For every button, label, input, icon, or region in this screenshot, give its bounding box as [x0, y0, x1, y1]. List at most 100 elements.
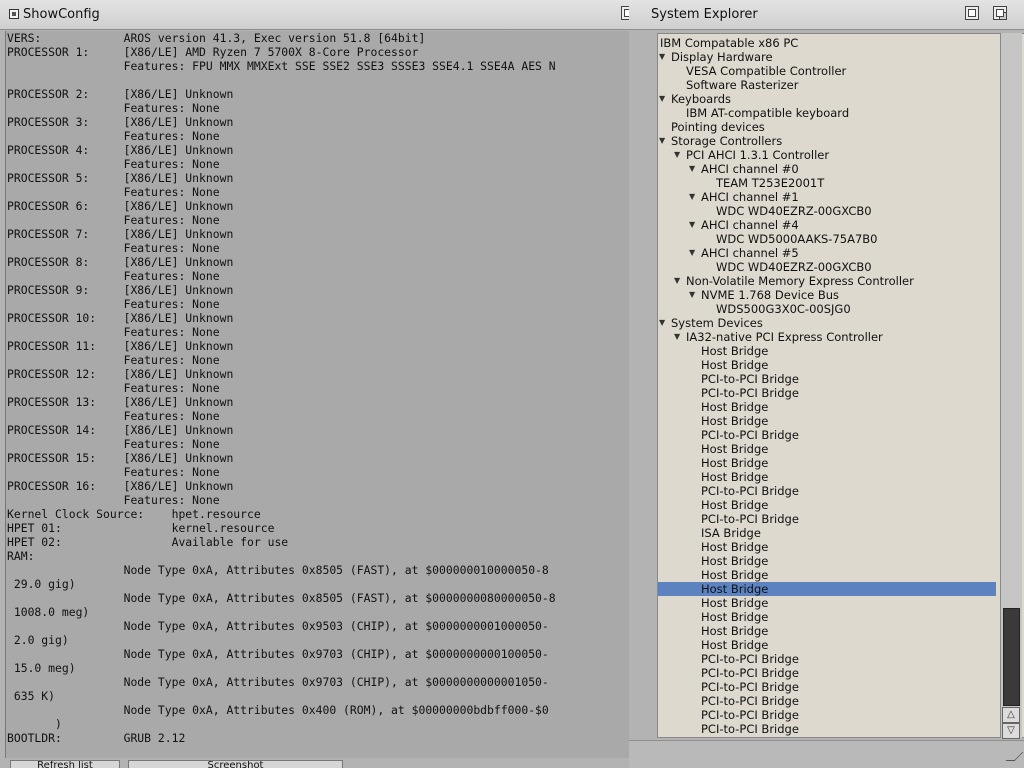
tree-item-label: PCI-to-PCI Bridge — [701, 694, 799, 708]
tree-item-label: Host Bridge — [701, 610, 769, 624]
tree-item[interactable]: TEAM T253E2001T — [658, 176, 996, 190]
tree-item-label: Host Bridge — [701, 442, 769, 456]
tree-item[interactable]: IBM AT-compatible keyboard — [658, 106, 996, 120]
tree-item[interactable]: ▼ Non-Volatile Memory Express Controller — [658, 274, 996, 288]
tree-item[interactable]: ▼ IA32-native PCI Express Controller — [658, 330, 996, 344]
tree-item[interactable]: Host Bridge — [658, 414, 996, 428]
expanded-triangle-icon[interactable]: ▼ — [689, 218, 695, 232]
tree-item[interactable]: Host Bridge — [658, 400, 996, 414]
showconfig-line: Features: None — [7, 101, 220, 115]
expanded-triangle-icon[interactable]: ▼ — [659, 316, 665, 330]
showconfig-line: Kernel Clock Source: hpet.resource — [7, 507, 261, 521]
tree-item[interactable]: Pointing devices — [658, 120, 996, 134]
tree-item-label: Host Bridge — [701, 470, 769, 484]
refresh-list-button[interactable]: Refresh list — [10, 760, 120, 768]
showconfig-text: VERS: AROS version 41.3, Exec version 51… — [6, 31, 634, 745]
tree-item[interactable]: VESA Compatible Controller — [658, 64, 996, 78]
showconfig-titlebar[interactable]: ShowConfig — [0, 0, 658, 30]
tree-item[interactable]: PCI-to-PCI Bridge — [658, 428, 996, 442]
showconfig-line: Features: None — [7, 381, 220, 395]
tree-item[interactable]: Host Bridge — [658, 554, 996, 568]
expanded-triangle-icon[interactable]: ▼ — [689, 190, 695, 204]
screenshot-button[interactable]: Screenshot — [128, 760, 343, 768]
expanded-triangle-icon[interactable]: ▼ — [659, 50, 665, 64]
tree-item-label: PCI-to-PCI Bridge — [701, 666, 799, 680]
device-tree-scrollbar[interactable]: △ ▽ — [1000, 33, 1022, 739]
tree-item[interactable]: Host Bridge — [658, 456, 996, 470]
close-icon[interactable] — [9, 9, 19, 19]
expanded-triangle-icon[interactable]: ▼ — [674, 274, 680, 288]
tree-item[interactable]: PCI-to-PCI Bridge — [658, 652, 996, 666]
tree-item[interactable]: PCI-to-PCI Bridge — [658, 484, 996, 498]
tree-item[interactable]: IBM Compatable x86 PC — [658, 36, 996, 50]
showconfig-line: PROCESSOR 4: [X86/LE] Unknown — [7, 143, 234, 157]
tree-item[interactable]: ▼ AHCI channel #5 — [658, 246, 996, 260]
tree-item-label: WDC WD40EZRZ-00GXCB0 — [716, 260, 872, 274]
tree-item[interactable]: Host Bridge — [658, 498, 996, 512]
tree-item[interactable]: ▼ NVME 1.768 Device Bus — [658, 288, 996, 302]
showconfig-line: Node Type 0xA, Attributes 0x9703 (CHIP),… — [7, 647, 549, 661]
tree-item[interactable]: Host Bridge — [658, 582, 996, 596]
tree-item[interactable]: PCI-to-PCI Bridge — [658, 666, 996, 680]
tree-item[interactable]: Host Bridge — [658, 442, 996, 456]
tree-item[interactable]: PCI-to-PCI Bridge — [658, 722, 996, 736]
tree-item[interactable]: PCI-to-PCI Bridge — [658, 386, 996, 400]
scroll-up-icon[interactable]: △ — [1002, 707, 1020, 723]
tree-item-label: Display Hardware — [671, 50, 773, 64]
scroll-down-icon[interactable]: ▽ — [1002, 723, 1020, 739]
tree-item[interactable]: PCI-to-PCI Bridge — [658, 680, 996, 694]
device-tree[interactable]: IBM Compatable x86 PC ▼ Display Hardware VE… — [657, 33, 1024, 738]
tree-item[interactable]: ▼ PCI AHCI 1.3.1 Controller — [658, 148, 996, 162]
depth-icon[interactable] — [993, 6, 1007, 20]
showconfig-line: 2.0 gig) — [7, 633, 69, 647]
tree-item[interactable]: Host Bridge — [658, 596, 996, 610]
tree-item[interactable]: PCI-to-PCI Bridge — [658, 694, 996, 708]
tree-item[interactable]: WDC WD40EZRZ-00GXCB0 — [658, 204, 996, 218]
tree-item[interactable]: Host Bridge — [658, 610, 996, 624]
tree-item[interactable]: Host Bridge — [658, 568, 996, 582]
tree-item-label: Software Rasterizer — [686, 78, 799, 92]
tree-item[interactable]: ▼ AHCI channel #1 — [658, 190, 996, 204]
tree-item[interactable]: PCI-to-PCI Bridge — [658, 708, 996, 722]
tree-item[interactable]: ISA Bridge — [658, 526, 996, 540]
system-explorer-titlebar[interactable]: System Explorer — [629, 0, 1024, 30]
tree-item[interactable]: ▼ Keyboards — [658, 92, 996, 106]
expanded-triangle-icon[interactable]: ▼ — [689, 162, 695, 176]
expanded-triangle-icon[interactable]: ▼ — [674, 330, 680, 344]
system-explorer-title: System Explorer — [651, 7, 758, 22]
tree-item[interactable]: PCI-to-PCI Bridge — [658, 372, 996, 386]
expanded-triangle-icon[interactable]: ▼ — [659, 92, 665, 106]
tree-item[interactable]: Software Rasterizer — [658, 78, 996, 92]
showconfig-line: Node Type 0xA, Attributes 0x9703 (CHIP),… — [7, 675, 549, 689]
resize-icon[interactable] — [1007, 749, 1021, 763]
tree-item[interactable]: ▼ AHCI channel #4 — [658, 218, 996, 232]
tree-item[interactable]: Host Bridge — [658, 638, 996, 652]
expanded-triangle-icon[interactable]: ▼ — [689, 246, 695, 260]
tree-item[interactable]: WDC WD40EZRZ-00GXCB0 — [658, 260, 996, 274]
expanded-triangle-icon[interactable]: ▼ — [674, 148, 680, 162]
expanded-triangle-icon[interactable]: ▼ — [659, 134, 665, 148]
tree-item[interactable]: WDC WD5000AAKS-75A7B0 — [658, 232, 996, 246]
tree-item[interactable]: Host Bridge — [658, 540, 996, 554]
tree-item[interactable]: Host Bridge — [658, 358, 996, 372]
expanded-triangle-icon[interactable]: ▼ — [689, 288, 695, 302]
tree-item-label: Non-Volatile Memory Express Controller — [686, 274, 914, 288]
tree-item[interactable]: Host Bridge — [658, 470, 996, 484]
showconfig-line: Features: None — [7, 185, 220, 199]
tree-item-label: Host Bridge — [701, 400, 769, 414]
tree-item[interactable]: ▼ Display Hardware — [658, 50, 996, 64]
scroll-knob[interactable] — [1003, 608, 1020, 706]
tree-item[interactable]: WDS500G3X0C-00SJG0 — [658, 302, 996, 316]
tree-item[interactable]: Host Bridge — [658, 624, 996, 638]
tree-item[interactable]: ▼ AHCI channel #0 — [658, 162, 996, 176]
tree-item[interactable]: Host Bridge — [658, 344, 996, 358]
tree-item[interactable]: ▼ Storage Controllers — [658, 134, 996, 148]
tree-item-label: PCI-to-PCI Bridge — [701, 386, 799, 400]
tree-item-label: PCI-to-PCI Bridge — [701, 372, 799, 386]
showconfig-line: PROCESSOR 1: [X86/LE] AMD Ryzen 7 5700X … — [7, 45, 419, 59]
system-explorer-window: System Explorer IBM Compatable x86 PC ▼ Di… — [629, 0, 1024, 768]
showconfig-output[interactable]: VERS: AROS version 41.3, Exec version 51… — [5, 31, 634, 758]
tree-item[interactable]: PCI-to-PCI Bridge — [658, 512, 996, 526]
tree-item[interactable]: ▼ System Devices — [658, 316, 996, 330]
zoom-icon[interactable] — [965, 6, 979, 20]
